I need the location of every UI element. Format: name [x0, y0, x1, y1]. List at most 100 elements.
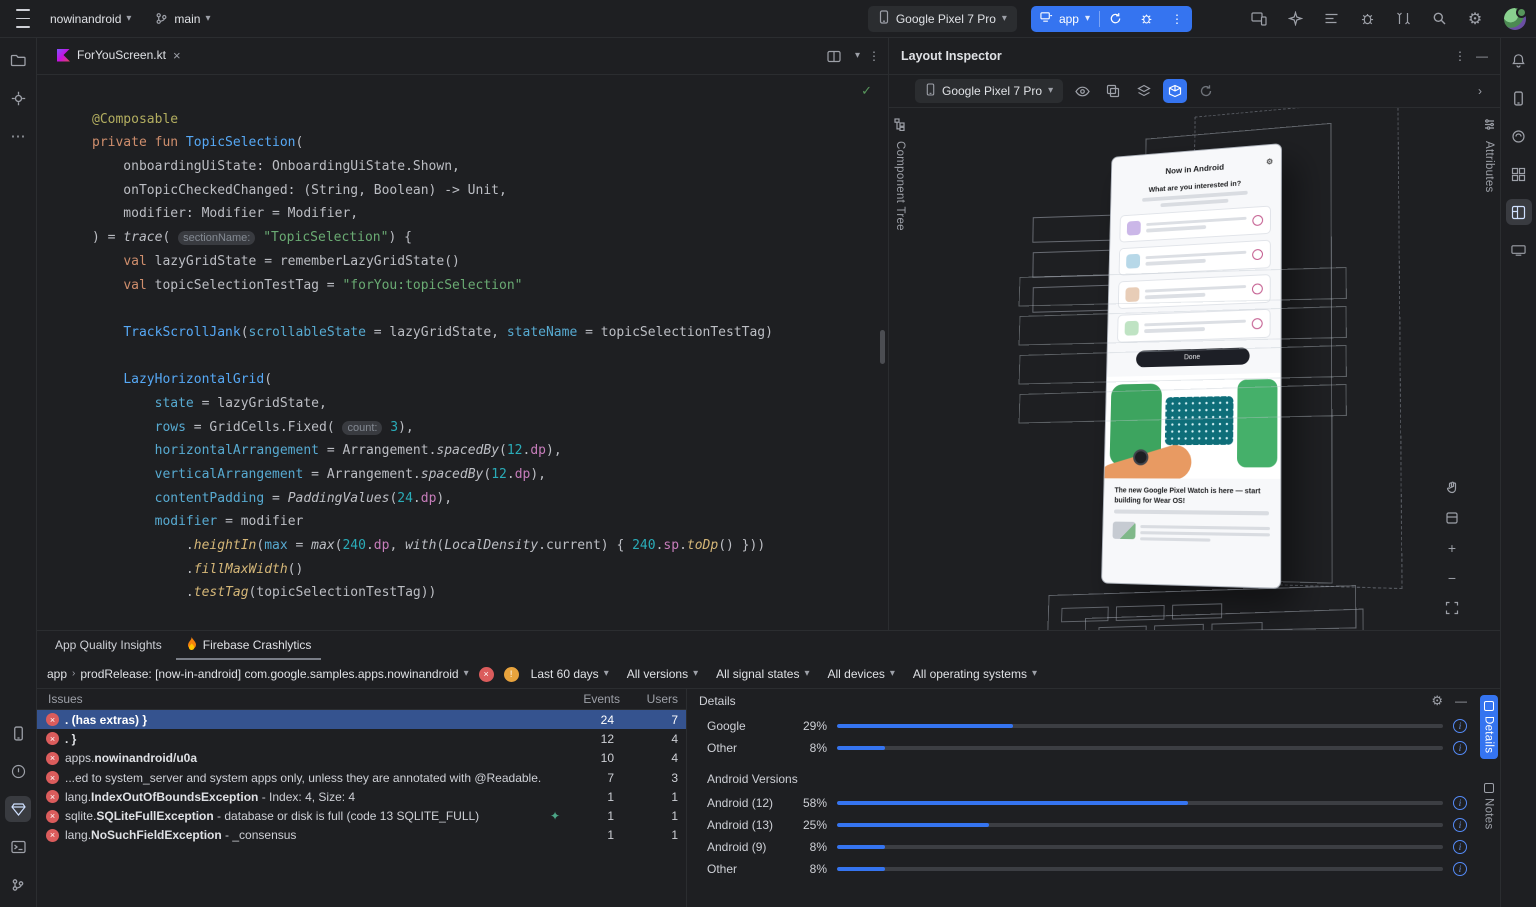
- filter-dropdown[interactable]: All devices ▾: [826, 667, 897, 681]
- project-tool-icon[interactable]: [5, 47, 31, 73]
- component-tree-icon: [893, 118, 907, 134]
- filter-dropdown[interactable]: All operating systems ▾: [911, 667, 1039, 681]
- main-menu-icon[interactable]: [10, 6, 36, 32]
- expand-panel-chevron-icon[interactable]: ›: [1468, 79, 1492, 103]
- search-icon[interactable]: [1426, 6, 1452, 32]
- 3d-mode-button[interactable]: [1163, 79, 1188, 103]
- zoom-in-icon[interactable]: +: [1440, 536, 1464, 560]
- filter-dropdown[interactable]: Last 60 days ▾: [529, 667, 611, 681]
- kebab-icon: ⋮: [1171, 11, 1183, 26]
- debug-button[interactable]: [1131, 6, 1162, 32]
- device-name: Google Pixel 7 Pro: [895, 11, 996, 26]
- run-config-name: app: [1058, 11, 1079, 26]
- run-config-selector[interactable]: app ▾: [1031, 6, 1099, 32]
- notifications-bell-icon[interactable]: [1506, 47, 1532, 73]
- info-icon[interactable]: i: [1453, 741, 1467, 755]
- chevron-down-icon: ▾: [889, 668, 895, 679]
- editor-more-menu-icon[interactable]: ⋮: [868, 49, 880, 63]
- pan-mode-icon[interactable]: [1440, 476, 1464, 500]
- more-tool-windows-icon[interactable]: ⋯: [5, 123, 31, 149]
- issue-row[interactable]: × apps.nowinandroid/u0a 10 4: [37, 749, 686, 768]
- view-options-eye-icon[interactable]: [1070, 79, 1094, 103]
- build-variants-icon[interactable]: [1506, 161, 1532, 187]
- run-more-menu[interactable]: ⋮: [1162, 6, 1192, 32]
- tab-app-quality-insights[interactable]: App Quality Insights: [45, 632, 172, 660]
- info-icon[interactable]: i: [1453, 796, 1467, 810]
- inspections-ok-icon[interactable]: ✓: [861, 83, 872, 99]
- filter-dropdown[interactable]: All versions ▾: [625, 667, 700, 681]
- inspector-more-menu-icon[interactable]: ⋮: [1454, 49, 1466, 63]
- issue-row[interactable]: × sqlite.SQLiteFullException - database o…: [37, 806, 686, 825]
- editor-scrollbar[interactable]: [880, 330, 885, 364]
- code-editor[interactable]: ✓ @Composable private fun TopicSelection(…: [37, 75, 888, 630]
- chevron-down-icon: ▾: [1084, 12, 1090, 24]
- phone-app-title: Now in Android: [1165, 161, 1225, 176]
- problems-tool-icon[interactable]: [5, 758, 31, 784]
- info-icon[interactable]: i: [1453, 818, 1467, 832]
- split-editor-icon[interactable]: [821, 43, 847, 69]
- gradle-icon[interactable]: [1506, 123, 1532, 149]
- user-avatar[interactable]: [1504, 6, 1527, 30]
- code-line: horizontalArrangement = Arrangement.spac…: [154, 443, 562, 459]
- side-tab-details[interactable]: Details: [1479, 695, 1498, 760]
- chevron-down-icon: ▾: [693, 668, 699, 679]
- code-line: modifier: Modifier = Modifier,: [92, 206, 359, 222]
- snapshot-icon[interactable]: [1101, 79, 1125, 103]
- apply-changes-button[interactable]: [1100, 6, 1131, 32]
- vcs-branch-selector[interactable]: main ▾: [145, 6, 218, 32]
- issue-row[interactable]: × . } 12 4: [37, 729, 686, 748]
- commit-tool-icon[interactable]: [5, 85, 31, 111]
- pull-request-icon[interactable]: [1390, 6, 1416, 32]
- app-insights-bug-icon[interactable]: [1354, 6, 1380, 32]
- fatal-filter-toggle[interactable]: ×: [478, 666, 494, 682]
- version-control-tool-icon[interactable]: [5, 872, 31, 898]
- layout-inspector-3d-view[interactable]: Now in Android ⚙ What are you interested…: [911, 108, 1478, 630]
- code-line: ) = trace( sectionName: "TopicSelection"…: [92, 230, 412, 246]
- reset-view-icon[interactable]: [1440, 506, 1464, 530]
- device-selector[interactable]: Google Pixel 7 Pro ▾: [867, 5, 1017, 32]
- inspector-device-selector[interactable]: Google Pixel 7 Pro ▾: [915, 79, 1064, 103]
- layout-inspector-tool-icon[interactable]: [1505, 199, 1532, 225]
- terminal-tool-icon[interactable]: [5, 834, 31, 860]
- filter-dropdown[interactable]: All signal states ▾: [714, 667, 811, 681]
- issue-row[interactable]: × . (has extras) } 24 7: [37, 710, 686, 730]
- attributes-tab[interactable]: Attributes: [1483, 141, 1495, 193]
- chevron-down-icon[interactable]: ▾: [855, 51, 860, 61]
- phone-feed-row: [1112, 522, 1270, 546]
- info-icon[interactable]: i: [1453, 840, 1467, 854]
- project-selector[interactable]: nowinandroid ▾: [42, 6, 139, 32]
- editor-tab-foryouscreen[interactable]: ForYouScreen.kt ×: [49, 38, 189, 74]
- zoom-out-icon[interactable]: −: [1440, 566, 1464, 590]
- component-tree-tab[interactable]: Component Tree: [894, 141, 906, 231]
- topic-icon: [1126, 220, 1141, 236]
- chevron-down-icon: ▾: [463, 668, 469, 679]
- app-quality-insights-tool-icon[interactable]: [5, 796, 31, 822]
- tab-firebase-crashlytics[interactable]: Firebase Crashlytics: [175, 632, 322, 660]
- logcat-icon[interactable]: [1318, 6, 1344, 32]
- device-manager-icon[interactable]: [1506, 85, 1532, 111]
- side-tab-notes[interactable]: Notes: [1480, 777, 1498, 836]
- scope-app: app: [47, 667, 68, 681]
- settings-gear-icon[interactable]: ⚙: [1462, 6, 1488, 32]
- code-line: rows = GridCells.Fixed( count: 3),: [154, 419, 414, 435]
- issue-row[interactable]: × ...ed to system_server and system apps …: [37, 768, 686, 787]
- emulator-icon[interactable]: [1506, 237, 1532, 263]
- device-mirroring-icon[interactable]: [1246, 6, 1272, 32]
- details-minimize-icon[interactable]: —: [1455, 694, 1467, 708]
- info-icon[interactable]: i: [1453, 862, 1467, 876]
- non-fatal-filter-toggle[interactable]: !: [503, 666, 519, 682]
- issue-row[interactable]: × lang.IndexOutOfBoundsException - Index:…: [37, 787, 686, 806]
- scope-selector[interactable]: app › prodRelease: [now-in-android] com.…: [47, 667, 469, 681]
- zoom-to-fit-icon[interactable]: [1440, 596, 1464, 620]
- device-explorer-icon[interactable]: [5, 720, 31, 746]
- ai-assistant-icon[interactable]: [1282, 6, 1308, 32]
- issue-row[interactable]: × lang.NoSuchFieldException - _consensus 1…: [37, 826, 686, 845]
- layers-icon[interactable]: [1132, 79, 1156, 103]
- close-tab-icon[interactable]: ×: [173, 48, 181, 63]
- details-settings-gear-icon[interactable]: ⚙: [1431, 693, 1443, 709]
- refresh-icon[interactable]: [1194, 79, 1218, 103]
- info-icon[interactable]: i: [1453, 719, 1467, 733]
- inspector-minimize-icon[interactable]: —: [1476, 49, 1488, 63]
- stat-bar: [837, 845, 1443, 849]
